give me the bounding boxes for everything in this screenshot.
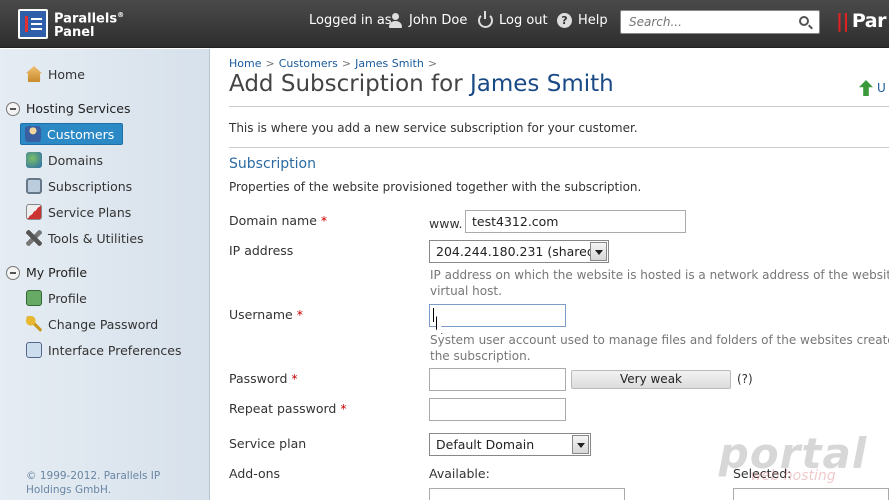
- help-link[interactable]: ? Help: [557, 13, 608, 28]
- sidebar-item-profile[interactable]: Profile: [26, 287, 87, 309]
- search-box: [620, 10, 820, 34]
- sidebar-item-tools[interactable]: Tools & Utilities: [26, 227, 144, 249]
- service-plans-icon: [26, 204, 42, 220]
- logout-link[interactable]: Log out: [478, 11, 548, 28]
- service-plan-select[interactable]: Default Domain: [429, 433, 591, 456]
- sidebar-item-service-plans[interactable]: Service Plans: [26, 201, 131, 223]
- section-description: Properties of the website provisioned to…: [229, 180, 642, 194]
- domain-name-label: Domain name *: [229, 213, 328, 228]
- repeat-password-input[interactable]: [429, 398, 566, 421]
- available-label: Available:: [429, 466, 490, 481]
- chevron-down-icon: [590, 242, 607, 261]
- parallels-logo[interactable]: Parallels® Panel: [18, 9, 124, 39]
- password-help-link[interactable]: (?): [737, 372, 753, 386]
- sidebar-item-home[interactable]: Home: [26, 63, 85, 85]
- main-content: Home > Customers > James Smith > Add Subscrip…: [211, 49, 889, 500]
- parallels-brand-right: || Par: [836, 10, 887, 32]
- sidebar-item-domains[interactable]: Domains: [26, 149, 103, 171]
- password-strength-meter: Very weak: [571, 370, 731, 389]
- user-icon: [388, 13, 403, 28]
- sidebar: Home Hosting Services Customers Domains …: [0, 49, 210, 500]
- search-icon[interactable]: [799, 16, 809, 26]
- breadcrumb-home[interactable]: Home: [229, 57, 261, 70]
- breadcrumb: Home > Customers > James Smith >: [229, 57, 438, 70]
- parallels-logo-icon: [18, 9, 48, 39]
- sidebar-item-customers[interactable]: Customers: [20, 123, 124, 145]
- logo-text: Parallels® Panel: [54, 11, 125, 40]
- sidebar-item-change-password[interactable]: Change Password: [26, 313, 158, 335]
- up-arrow-icon: [859, 80, 873, 96]
- help-icon: ?: [557, 13, 572, 28]
- user-account-link[interactable]: John Doe: [388, 13, 467, 28]
- section-title: Subscription: [229, 156, 316, 172]
- domain-prefix: www.: [429, 216, 463, 231]
- logged-in-label: Logged in as: [309, 13, 392, 28]
- divider: [229, 147, 889, 148]
- brand-bars-icon: ||: [836, 10, 849, 32]
- add-ons-label: Add-ons: [229, 466, 281, 481]
- home-icon: [26, 66, 42, 82]
- intro-text: This is where you add a new service subs…: [229, 121, 638, 135]
- breadcrumb-customer[interactable]: James Smith: [355, 57, 424, 70]
- copyright: © 1999-2012. Parallels IP Holdings GmbH.: [26, 470, 161, 496]
- username-help: System user account used to manage files…: [430, 333, 889, 363]
- collapse-icon[interactable]: [6, 101, 20, 116]
- text-caret: [433, 308, 434, 322]
- selected-addons-list[interactable]: [733, 488, 889, 500]
- globe-icon: [26, 152, 42, 168]
- chevron-down-icon: [572, 435, 589, 454]
- group-hosting-services[interactable]: Hosting Services: [6, 101, 130, 116]
- sidebar-item-interface-preferences[interactable]: Interface Preferences: [26, 339, 181, 361]
- password-label: Password *: [229, 371, 298, 386]
- user-name: John Doe: [409, 13, 468, 28]
- page-title: Add Subscription for James Smith: [229, 71, 614, 97]
- username-label: Username *: [229, 307, 303, 322]
- key-icon: [26, 316, 42, 332]
- available-addons-list[interactable]: [429, 488, 625, 500]
- preferences-icon: [26, 342, 42, 358]
- subscriptions-icon: [26, 178, 42, 194]
- portal-watermark-logo: portal web hosting: [718, 429, 868, 484]
- sidebar-item-subscriptions[interactable]: Subscriptions: [26, 175, 132, 197]
- password-input[interactable]: [429, 368, 566, 391]
- tools-icon: [26, 230, 42, 246]
- top-header: Parallels® Panel Logged in as John Doe L…: [0, 0, 889, 48]
- service-plan-label: Service plan: [229, 436, 307, 451]
- profile-icon: [26, 290, 42, 306]
- breadcrumb-customers[interactable]: Customers: [279, 57, 338, 70]
- up-level-link[interactable]: U: [859, 80, 886, 96]
- username-input[interactable]: [429, 304, 566, 327]
- divider: [229, 106, 889, 107]
- search-input[interactable]: [621, 11, 791, 33]
- ip-address-help: IP address on which the website is hoste…: [430, 268, 889, 298]
- ip-address-label: IP address: [229, 243, 294, 258]
- repeat-password-label: Repeat password *: [229, 401, 347, 416]
- domain-name-input[interactable]: [465, 210, 686, 233]
- group-my-profile[interactable]: My Profile: [6, 265, 87, 280]
- power-icon: [478, 11, 493, 28]
- customers-icon: [25, 126, 41, 142]
- collapse-icon[interactable]: [6, 265, 20, 280]
- ip-address-select[interactable]: 204.244.180.231 (shared): [429, 240, 609, 263]
